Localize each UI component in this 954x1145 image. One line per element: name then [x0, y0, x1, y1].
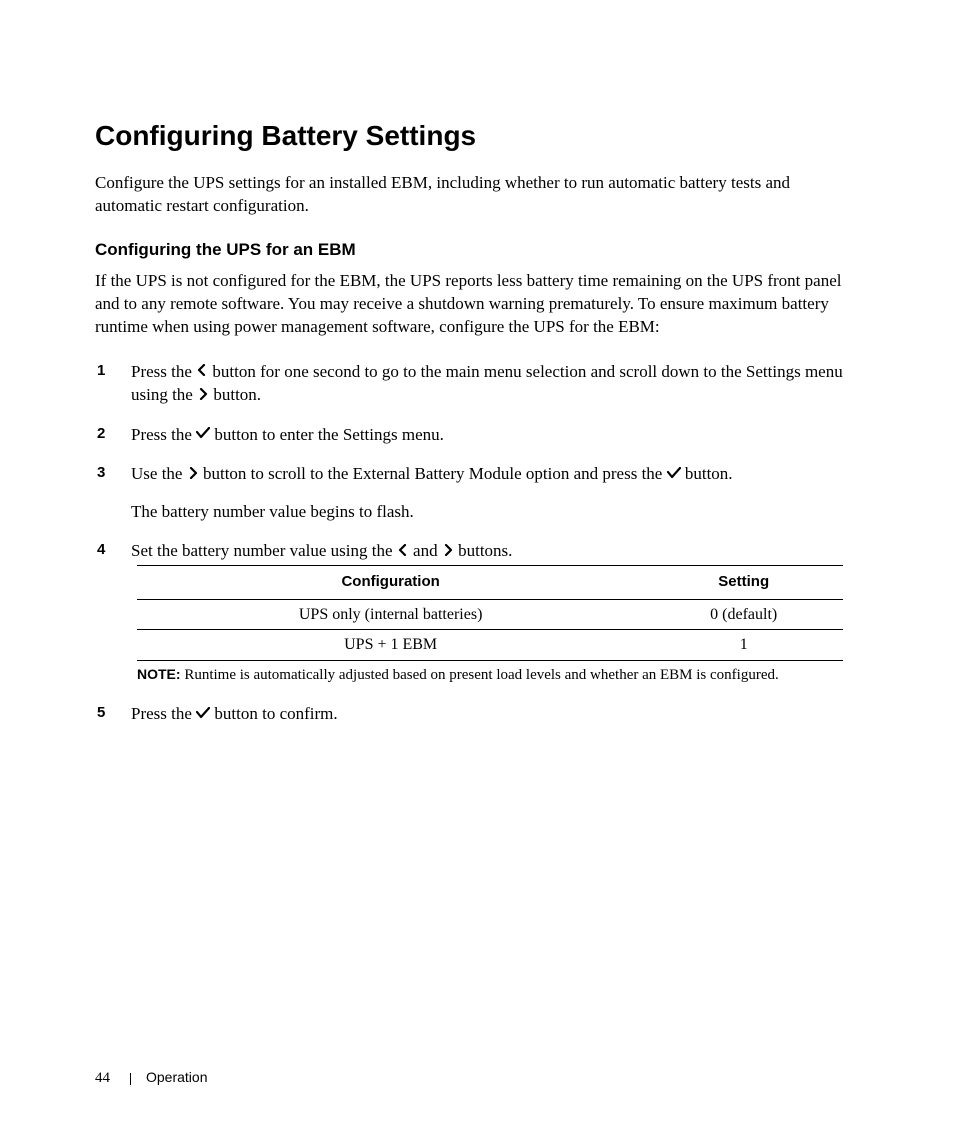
step-5: Press the button to confirm. — [97, 703, 859, 727]
step-2: Press the button to enter the Settings m… — [97, 424, 859, 448]
intro-paragraph: Configure the UPS settings for an instal… — [95, 172, 859, 218]
note-label: NOTE: — [137, 666, 181, 682]
table-cell: UPS only (internal batteries) — [137, 599, 644, 630]
step-5-text-a: Press the — [131, 704, 196, 723]
step-4-text-c: buttons. — [454, 541, 513, 560]
steps-list: Press the button for one second to go to… — [97, 361, 859, 727]
right-chevron-icon — [442, 540, 454, 563]
footer-separator — [130, 1073, 131, 1085]
step-4: Set the battery number value using the a… — [97, 540, 859, 686]
table-cell: UPS + 1 EBM — [137, 630, 644, 661]
check-icon — [196, 703, 210, 726]
step-2-text-a: Press the — [131, 425, 196, 444]
step-4-text-b: and — [409, 541, 442, 560]
config-table: Configuration Setting UPS only (internal… — [137, 565, 843, 660]
note: NOTE: Runtime is automatically adjusted … — [137, 665, 859, 686]
step-1-text-a: Press the — [131, 362, 196, 381]
section-intro: If the UPS is not configured for the EBM… — [95, 270, 859, 339]
table-cell: 1 — [644, 630, 843, 661]
left-chevron-icon — [397, 540, 409, 563]
footer-section-name: Operation — [146, 1069, 207, 1085]
step-3: Use the button to scroll to the External… — [97, 463, 859, 524]
table-row: UPS + 1 EBM 1 — [137, 630, 843, 661]
right-chevron-icon — [197, 384, 209, 407]
step-1: Press the button for one second to go to… — [97, 361, 859, 408]
check-icon — [667, 463, 681, 486]
check-icon — [196, 423, 210, 446]
step-3-text-a: Use the — [131, 464, 187, 483]
step-3-subtext: The battery number value begins to flash… — [131, 501, 859, 524]
table-header-setting: Setting — [644, 566, 843, 599]
left-chevron-icon — [196, 360, 208, 383]
section-heading: Configuring the UPS for an EBM — [95, 240, 859, 260]
note-text: Runtime is automatically adjusted based … — [181, 667, 779, 683]
table-header-configuration: Configuration — [137, 566, 644, 599]
table-cell: 0 (default) — [644, 599, 843, 630]
step-1-text-c: button. — [209, 385, 261, 404]
page-heading: Configuring Battery Settings — [95, 120, 859, 152]
step-5-text-b: button to confirm. — [210, 704, 337, 723]
page-number: 44 — [95, 1070, 110, 1086]
step-3-text-c: button. — [681, 464, 733, 483]
page-footer: 44 Operation — [95, 1069, 207, 1087]
step-3-text-b: button to scroll to the External Battery… — [199, 464, 667, 483]
table-row: UPS only (internal batteries) 0 (default… — [137, 599, 843, 630]
right-chevron-icon — [187, 463, 199, 486]
step-4-text-a: Set the battery number value using the — [131, 541, 397, 560]
step-2-text-b: button to enter the Settings menu. — [210, 425, 444, 444]
